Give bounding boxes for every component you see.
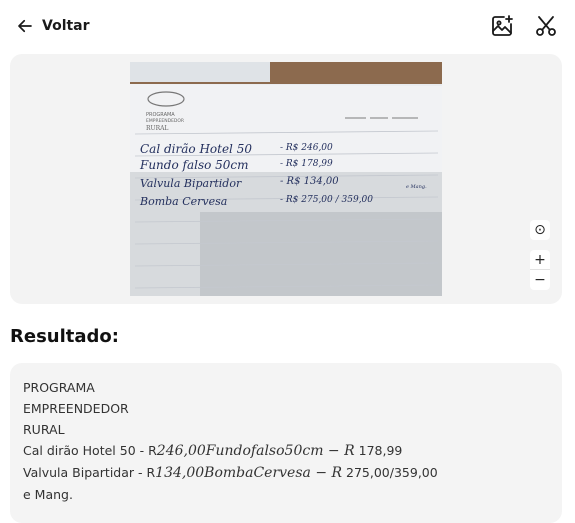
zoom-tools: ⊙ + − xyxy=(530,220,550,290)
photo-row3-price: - R$ 134,00 xyxy=(280,176,339,187)
scissors-icon[interactable] xyxy=(534,14,558,38)
zoom-in-button[interactable]: + xyxy=(530,250,550,270)
image-plus-icon[interactable] xyxy=(490,14,514,38)
result-line-4: Cal dirão Hotel 50 - R246,00Fundofalso50… xyxy=(23,440,549,462)
logo-line1: PROGRAMA xyxy=(146,112,175,118)
result-line-6: e Mang. xyxy=(23,487,73,502)
arrow-left-icon xyxy=(18,19,32,33)
photo-row4-item: Bomba Cervesa xyxy=(139,195,227,208)
result-line-3: RURAL xyxy=(23,422,65,437)
result-line-4-math: 246,00Fundofalso50cm − R xyxy=(156,443,355,459)
recenter-button[interactable]: ⊙ xyxy=(530,220,550,240)
receipt-photo[interactable]: PROGRAMA EMPREENDEDOR RURAL Cal dirão Ho… xyxy=(130,62,442,296)
back-label: Voltar xyxy=(42,18,90,34)
zoom-out-button[interactable]: − xyxy=(530,270,550,290)
photo-row2-item: Fundo falso 50cm xyxy=(139,158,249,172)
result-line-5-math: 134,00BombaCervesa − R xyxy=(155,465,343,481)
result-text-box[interactable]: PROGRAMA EMPREENDEDOR RURAL Cal dirão Ho… xyxy=(10,363,562,523)
result-line-5-pre: Valvula Bipartidar - R xyxy=(23,465,156,480)
result-line-5-post: 275,00/359,00 xyxy=(342,465,438,480)
result-line-2: EMPREENDEDOR xyxy=(23,401,129,416)
back-button[interactable]: Voltar xyxy=(16,14,90,38)
photo-row2-price: - R$ 178,99 xyxy=(280,159,333,169)
photo-canvas: PROGRAMA EMPREENDEDOR RURAL Cal dirão Ho… xyxy=(130,62,442,296)
result-line-5: Valvula Bipartidar - R134,00BombaCervesa… xyxy=(23,462,549,484)
photo-row4-price: - R$ 275,00 / 359,00 xyxy=(280,195,373,205)
photo-row4-note: e Mang. xyxy=(406,184,427,190)
result-line-4-post: 178,99 xyxy=(354,443,403,458)
image-viewer: PROGRAMA EMPREENDEDOR RURAL Cal dirão Ho… xyxy=(10,54,562,304)
logo-line2: EMPREENDEDOR xyxy=(146,118,184,124)
top-bar: Voltar xyxy=(0,0,575,52)
photo-row3-item: Valvula Bipartidor xyxy=(140,177,242,190)
result-line-4-pre: Cal dirão Hotel 50 - R xyxy=(23,443,157,458)
result-line-1: PROGRAMA xyxy=(23,380,95,395)
photo-row1-price: - R$ 246,00 xyxy=(280,143,333,153)
photo-row1-item: Cal dirão Hotel 50 xyxy=(140,142,252,156)
result-title: Resultado: xyxy=(10,326,119,347)
logo-line3: RURAL xyxy=(146,125,168,132)
